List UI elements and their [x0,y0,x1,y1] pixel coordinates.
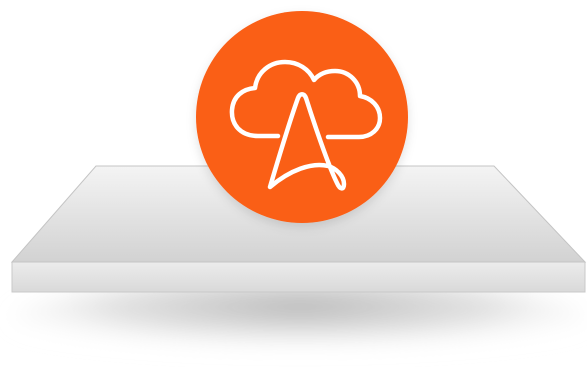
shelf-front-edge [11,261,586,293]
illustration-canvas [0,0,587,367]
logo-badge [196,11,408,223]
shelf-scene [10,11,587,356]
badge-circle [196,11,408,223]
